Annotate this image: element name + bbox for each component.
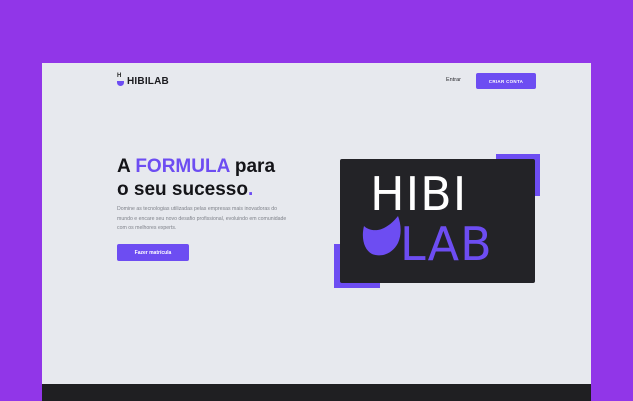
brand-card-line-1: HIBI — [370, 167, 468, 221]
enroll-button[interactable]: Fazer matrícula — [117, 244, 189, 261]
create-account-button[interactable]: CRIAR CONTA — [476, 73, 536, 89]
brand-card-line-2: LAB — [400, 217, 493, 271]
landing-page: H HIBILAB Entrar CRIAR CONTA A FORMULA p… — [42, 63, 591, 401]
hero-title-word-1: A — [117, 156, 131, 177]
logo[interactable]: H HIBILAB — [117, 73, 169, 87]
logo-mark-icon: H — [117, 73, 125, 87]
logo-drop-icon — [117, 81, 124, 86]
brand-drop-icon — [362, 216, 401, 256]
hero-title-word-2: para — [234, 156, 276, 177]
hero-title-dot: . — [247, 179, 254, 200]
hero-title: A FORMULA para o seu sucesso. — [117, 155, 307, 201]
brand-illustration: HIBI LAB — [334, 154, 542, 290]
logo-text: HIBILAB — [127, 75, 169, 87]
brand-card: HIBI LAB — [340, 159, 535, 283]
login-link[interactable]: Entrar — [446, 77, 461, 83]
hero-title-line-2: o seu sucesso — [117, 179, 248, 200]
footer-band — [42, 384, 591, 401]
logo-mark-letter: H — [117, 73, 122, 79]
hero-title-accent: FORMULA — [135, 156, 230, 177]
hero-description: Domine as tecnologias utilizadas pelas e… — [117, 206, 287, 231]
